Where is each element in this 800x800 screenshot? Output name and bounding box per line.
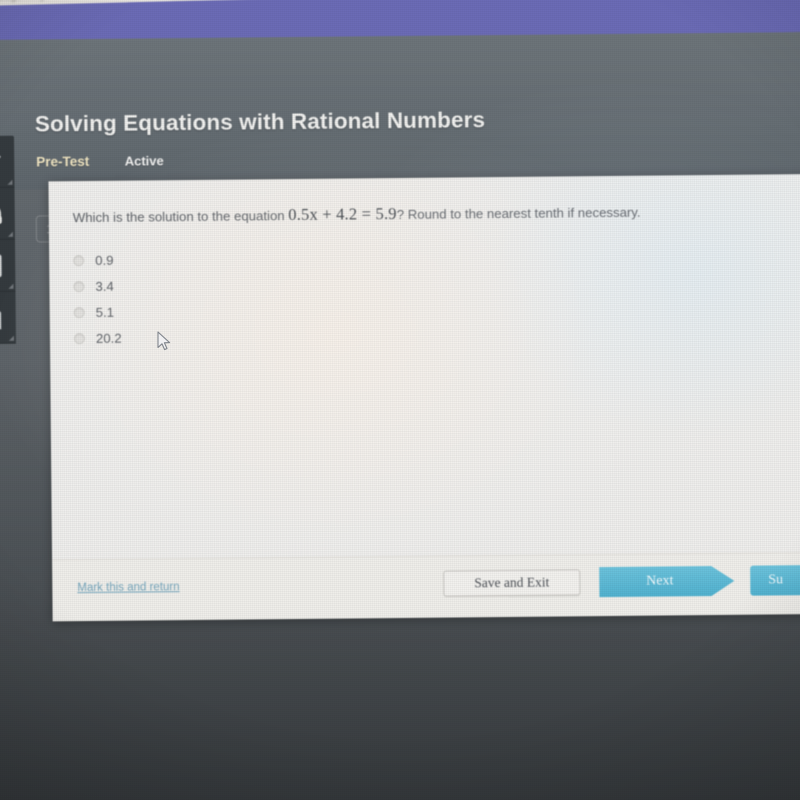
assignment-type-label: Pre-Test xyxy=(36,153,90,170)
radio-icon[interactable] xyxy=(73,332,85,344)
save-and-exit-button[interactable]: Save and Exit xyxy=(443,569,581,597)
submit-button[interactable]: Su xyxy=(750,564,800,596)
assignment-meta: Pre-Test Active xyxy=(36,152,164,171)
page-title: Solving Equations with Rational Numbers xyxy=(34,107,486,137)
mark-this-and-return-link[interactable]: Mark this and return xyxy=(77,581,179,594)
browser-tab-title[interactable]: Edgenuity xyxy=(0,0,46,3)
question-trail: ? Round to the nearest tenth if necessar… xyxy=(396,204,641,223)
question-equation: 0.5x + 4.2 = 5.9 xyxy=(288,204,397,225)
card-footer: Mark this and return Save and Exit Next … xyxy=(52,551,800,622)
choice-label: 20.2 xyxy=(95,330,122,346)
radio-icon[interactable] xyxy=(73,280,85,292)
assignment-status-label: Active xyxy=(124,153,164,169)
mouse-cursor xyxy=(157,331,173,358)
app-header: Solving Equations with Rational Numbers … xyxy=(0,31,800,243)
square-root-icon xyxy=(0,303,5,331)
highlighter-icon xyxy=(0,147,4,175)
choice-option-2[interactable]: 3.4 xyxy=(73,273,121,299)
choice-option-1[interactable]: 0.9 xyxy=(73,247,121,273)
choice-label: 0.9 xyxy=(95,252,114,268)
question-lead: Which is the solution to the equation xyxy=(72,208,289,226)
calculator-icon xyxy=(0,251,4,279)
next-button[interactable]: Next xyxy=(599,566,734,597)
radio-icon[interactable] xyxy=(73,254,85,266)
question-text: Which is the solution to the equation 0.… xyxy=(73,202,641,227)
choice-option-3[interactable]: 5.1 xyxy=(73,299,122,325)
answer-choices: 0.9 3.4 5.1 20.2 xyxy=(73,247,122,351)
choice-label: 5.1 xyxy=(95,304,115,320)
highlighter-tool-button[interactable] xyxy=(0,135,15,189)
screen-photo: Edgenuity Solving Equations with Rationa… xyxy=(0,0,800,800)
monitor-content: Edgenuity Solving Equations with Rationa… xyxy=(0,0,800,708)
formula-tool-button[interactable] xyxy=(0,291,16,345)
headphones-icon xyxy=(0,199,5,227)
tool-rail xyxy=(0,135,16,345)
question-card: Which is the solution to the equation 0.… xyxy=(48,173,800,622)
choice-option-4[interactable]: 20.2 xyxy=(73,325,122,351)
radio-icon[interactable] xyxy=(73,306,85,318)
calculator-tool-button[interactable] xyxy=(0,239,16,293)
audio-tool-button[interactable] xyxy=(0,187,15,241)
choice-label: 3.4 xyxy=(95,278,114,294)
